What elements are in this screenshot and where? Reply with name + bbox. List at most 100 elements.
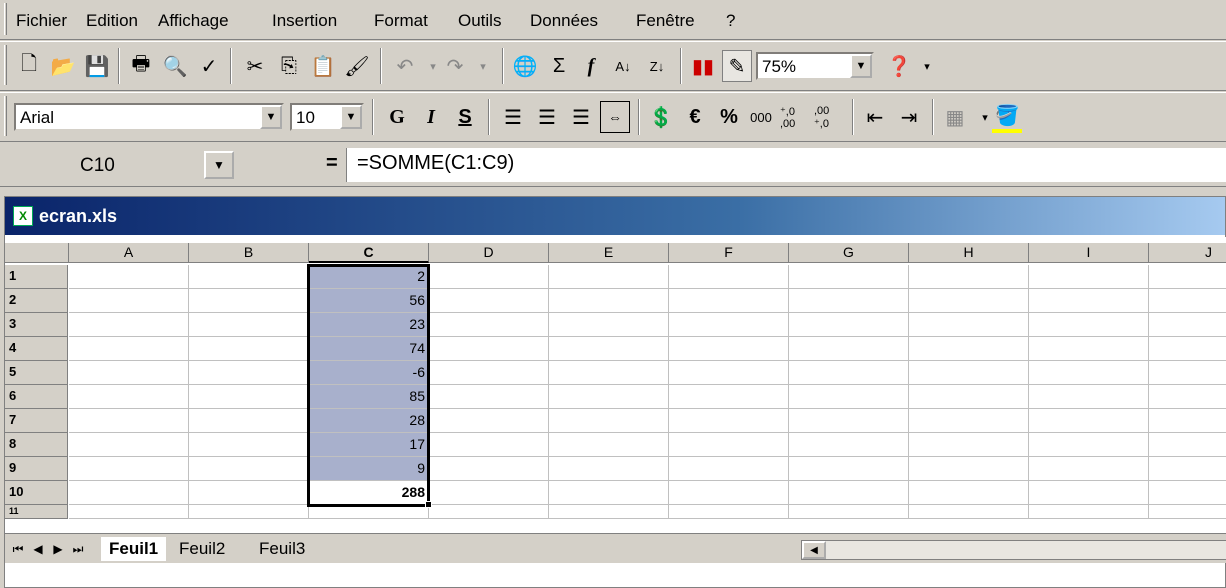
cell-g7[interactable] bbox=[789, 409, 909, 433]
cell-j5[interactable] bbox=[1149, 361, 1226, 385]
decrease-decimal-icon[interactable]: ,00 ⁺,0 bbox=[814, 101, 844, 133]
format-painter-icon[interactable]: 🖌 bbox=[342, 50, 372, 82]
cell-a2[interactable] bbox=[69, 289, 189, 313]
cell-f1[interactable] bbox=[669, 265, 789, 289]
merge-center-icon[interactable]: ⇔ bbox=[600, 101, 630, 133]
italic-button[interactable]: I bbox=[416, 101, 446, 133]
cell-h5[interactable] bbox=[909, 361, 1029, 385]
underline-button[interactable]: S bbox=[450, 101, 480, 133]
row-header-5[interactable]: 5 bbox=[5, 361, 68, 385]
cell-f11[interactable] bbox=[669, 505, 789, 519]
formula-input[interactable]: =SOMME(C1:C9) bbox=[346, 148, 1226, 182]
cell-b6[interactable] bbox=[189, 385, 309, 409]
font-combo[interactable]: Arial ▼ bbox=[14, 103, 284, 131]
cell-c2[interactable]: 56 bbox=[309, 289, 429, 313]
column-header-i[interactable]: I bbox=[1029, 243, 1149, 263]
row-header-10[interactable]: 10 bbox=[5, 481, 68, 505]
cell-d6[interactable] bbox=[429, 385, 549, 409]
cell-c5[interactable]: -6 bbox=[309, 361, 429, 385]
autosum-icon[interactable]: Σ bbox=[544, 50, 574, 82]
cell-i9[interactable] bbox=[1029, 457, 1149, 481]
cell-a5[interactable] bbox=[69, 361, 189, 385]
menu-outils[interactable]: Outils bbox=[458, 11, 501, 31]
font-size-combo[interactable]: 10 ▼ bbox=[290, 103, 364, 131]
cell-g11[interactable] bbox=[789, 505, 909, 519]
thousands-button[interactable]: 000 bbox=[746, 101, 776, 133]
cell-b4[interactable] bbox=[189, 337, 309, 361]
euro-button[interactable]: € bbox=[680, 101, 710, 133]
help-icon[interactable]: ❓ bbox=[884, 50, 914, 82]
more-buttons-icon[interactable]: ▾ bbox=[912, 50, 942, 82]
redo-icon[interactable]: ↷ bbox=[440, 50, 470, 82]
open-folder-icon[interactable]: 📂 bbox=[48, 50, 78, 82]
row-header-8[interactable]: 8 bbox=[5, 433, 68, 457]
cell-i2[interactable] bbox=[1029, 289, 1149, 313]
cell-c8[interactable]: 17 bbox=[309, 433, 429, 457]
cell-f9[interactable] bbox=[669, 457, 789, 481]
cell-i6[interactable] bbox=[1029, 385, 1149, 409]
sheet-tab-feuil2[interactable]: Feuil2 bbox=[171, 537, 233, 561]
cell-g5[interactable] bbox=[789, 361, 909, 385]
menu-fichier[interactable]: Fichier bbox=[16, 11, 67, 31]
menu-help[interactable]: ? bbox=[726, 11, 735, 31]
cell-a1[interactable] bbox=[69, 265, 189, 289]
cell-c9[interactable]: 9 bbox=[309, 457, 429, 481]
column-header-f[interactable]: F bbox=[669, 243, 789, 263]
column-header-a[interactable]: A bbox=[69, 243, 189, 263]
menu-format[interactable]: Format bbox=[374, 11, 428, 31]
cell-g4[interactable] bbox=[789, 337, 909, 361]
cell-j2[interactable] bbox=[1149, 289, 1226, 313]
horizontal-scrollbar[interactable]: ◀ bbox=[801, 540, 1226, 560]
spreadsheet-grid[interactable]: A B C D E F G H I J 1 2 2 56 3 23 4 74 5 -6 6 85 7 28 8 17 9 9 10 288… bbox=[5, 237, 1226, 533]
menu-fenetre[interactable]: Fenêtre bbox=[636, 11, 695, 31]
currency-icon[interactable]: 💲 bbox=[646, 101, 676, 133]
cell-b3[interactable] bbox=[189, 313, 309, 337]
chevron-down-icon[interactable]: ▼ bbox=[260, 105, 282, 129]
formula-equals[interactable]: = bbox=[326, 152, 338, 175]
cell-g9[interactable] bbox=[789, 457, 909, 481]
cell-g2[interactable] bbox=[789, 289, 909, 313]
undo-icon[interactable]: ↶ bbox=[390, 50, 420, 82]
cell-j7[interactable] bbox=[1149, 409, 1226, 433]
cell-a7[interactable] bbox=[69, 409, 189, 433]
save-icon[interactable]: 💾 bbox=[82, 50, 112, 82]
cell-b2[interactable] bbox=[189, 289, 309, 313]
cell-f6[interactable] bbox=[669, 385, 789, 409]
align-center-icon[interactable]: ☰ bbox=[532, 101, 562, 133]
cell-b10[interactable] bbox=[189, 481, 309, 505]
cell-a6[interactable] bbox=[69, 385, 189, 409]
cell-g8[interactable] bbox=[789, 433, 909, 457]
select-all-corner[interactable] bbox=[5, 243, 69, 263]
cell-f5[interactable] bbox=[669, 361, 789, 385]
cell-b9[interactable] bbox=[189, 457, 309, 481]
cell-f10[interactable] bbox=[669, 481, 789, 505]
cell-d8[interactable] bbox=[429, 433, 549, 457]
cell-j1[interactable] bbox=[1149, 265, 1226, 289]
sheet-tab-feuil1[interactable]: Feuil1 bbox=[101, 537, 167, 561]
row-header-2[interactable]: 2 bbox=[5, 289, 68, 313]
cell-a4[interactable] bbox=[69, 337, 189, 361]
column-header-j[interactable]: J bbox=[1149, 243, 1226, 263]
cell-d10[interactable] bbox=[429, 481, 549, 505]
increase-indent-icon[interactable]: ⇥ bbox=[894, 101, 924, 133]
cut-icon[interactable]: ✂ bbox=[240, 50, 270, 82]
cell-i3[interactable] bbox=[1029, 313, 1149, 337]
cell-c10[interactable]: 288 bbox=[309, 481, 429, 505]
chevron-down-icon[interactable]: ▼ bbox=[340, 105, 362, 129]
column-header-g[interactable]: G bbox=[789, 243, 909, 263]
toolbar-grip[interactable] bbox=[4, 3, 7, 35]
paste-icon[interactable]: 📋 bbox=[308, 50, 338, 82]
cell-b7[interactable] bbox=[189, 409, 309, 433]
cell-e6[interactable] bbox=[549, 385, 669, 409]
cell-i10[interactable] bbox=[1029, 481, 1149, 505]
cell-i4[interactable] bbox=[1029, 337, 1149, 361]
cell-a10[interactable] bbox=[69, 481, 189, 505]
column-header-b[interactable]: B bbox=[189, 243, 309, 263]
cell-a11[interactable] bbox=[69, 505, 189, 519]
row-header-6[interactable]: 6 bbox=[5, 385, 68, 409]
cell-b5[interactable] bbox=[189, 361, 309, 385]
cell-h6[interactable] bbox=[909, 385, 1029, 409]
cell-a8[interactable] bbox=[69, 433, 189, 457]
bold-button[interactable]: G bbox=[382, 101, 412, 133]
cell-b11[interactable] bbox=[189, 505, 309, 519]
